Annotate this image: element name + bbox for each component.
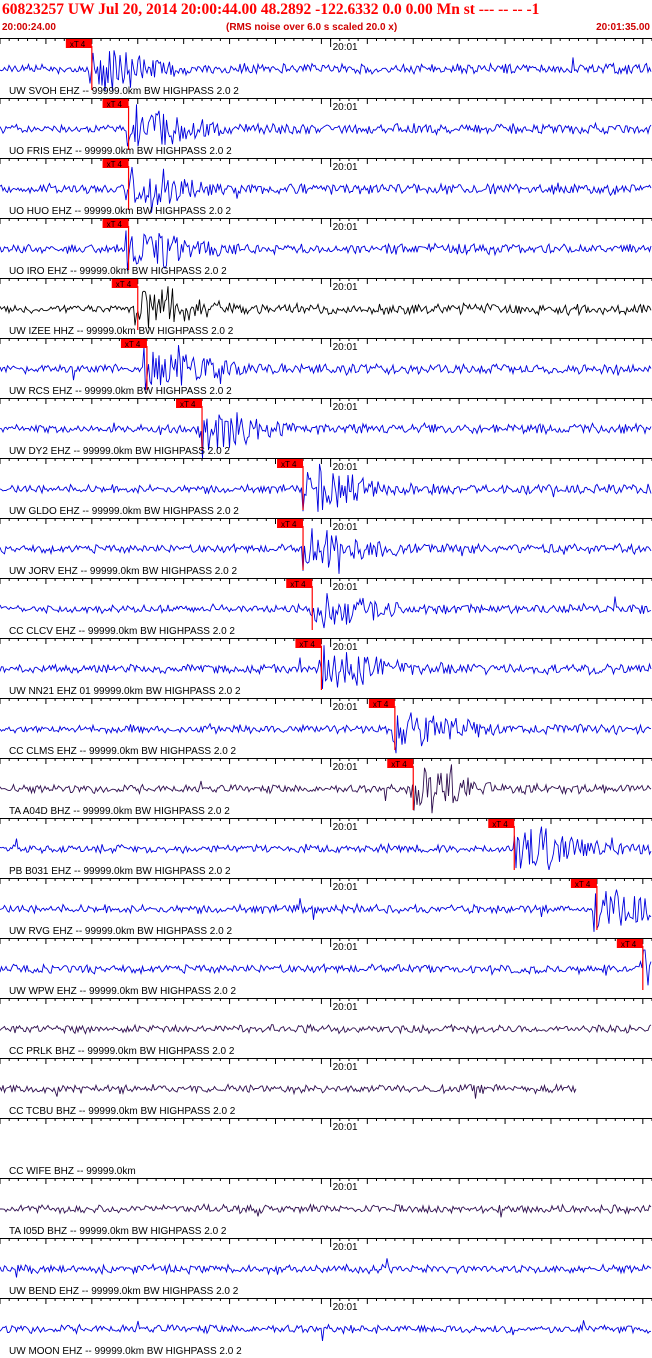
waveform-trace <box>0 826 652 870</box>
pick-label: xT 4 <box>299 640 315 649</box>
minute-label: 20:01 <box>333 1002 358 1013</box>
channel-label: UO HUO EHZ -- 99999.0km BW HIGHPASS 2.0 … <box>9 206 232 217</box>
minute-label: 20:01 <box>333 822 358 833</box>
channel-label: UW WPW EHZ -- 99999.0km BW HIGHPASS 2.0 … <box>9 986 237 997</box>
pick-label: xT 4 <box>290 580 306 589</box>
plot-header: 60823257 UW Jul 20, 2014 20:00:44.00 48.… <box>0 0 652 38</box>
channel-label: TA A04D BHZ -- 99999.0km BW HIGHPASS 2.0… <box>9 806 230 817</box>
waveform-trace <box>0 645 652 689</box>
channel-label: CC CLMS EHZ -- 99999.0km BW HIGHPASS 2.0… <box>9 746 237 757</box>
pick-label: xT 4 <box>107 100 123 109</box>
minute-label: 20:01 <box>333 702 358 713</box>
minute-label: 20:01 <box>333 462 358 473</box>
minute-label: 20:01 <box>333 162 358 173</box>
minute-label: 20:01 <box>333 582 358 593</box>
pick-label: xT 4 <box>391 760 407 769</box>
minute-label: 20:01 <box>333 342 358 353</box>
channel-label: CC TCBU BHZ -- 99999.0km BW HIGHPASS 2.0… <box>9 1106 236 1117</box>
channel-label: UO IRO EHZ -- 99999.0km BW HIGHPASS 2.0 … <box>9 266 227 277</box>
pick-label: xT 4 <box>281 520 297 529</box>
event-title: 60823257 UW Jul 20, 2014 20:00:44.00 48.… <box>2 1 540 18</box>
pick-label: xT 4 <box>575 880 591 889</box>
channel-label: CC WIFE BHZ -- 99999.0km <box>9 1166 136 1177</box>
waveform-trace <box>0 1320 652 1341</box>
pick-label: xT 4 <box>125 340 141 349</box>
waveform-trace <box>0 1083 577 1099</box>
pick-label: xT 4 <box>621 940 637 949</box>
minute-label: 20:01 <box>333 42 358 53</box>
waveform-trace <box>0 1258 652 1278</box>
minute-label: 20:01 <box>333 1122 358 1133</box>
waveform-trace <box>0 463 652 512</box>
pick-label: xT 4 <box>107 220 123 229</box>
minute-label: 20:01 <box>333 762 358 773</box>
minute-label: 20:01 <box>333 522 358 533</box>
minute-label: 20:01 <box>333 942 358 953</box>
channel-label: UW IZEE HHZ -- 99999.0km BW HIGHPASS 2.0… <box>9 326 234 337</box>
pick-label: xT 4 <box>116 280 132 289</box>
start-time: 20:00:24.00 <box>2 22 56 33</box>
minute-label: 20:01 <box>333 402 358 413</box>
waveform-trace <box>0 593 652 629</box>
channel-label: PB B031 EHZ -- 99999.0km BW HIGHPASS 2.0… <box>9 866 231 877</box>
channel-label: CC PRLK BHZ -- 99999.0km BW HIGHPASS 2.0… <box>9 1046 235 1057</box>
channel-label: UW MOON EHZ -- 99999.0km BW HIGHPASS 2.0… <box>9 1346 242 1357</box>
channel-label: CC CLCV EHZ -- 99999.0km BW HIGHPASS 2.0… <box>9 626 235 637</box>
minute-label: 20:01 <box>333 222 358 233</box>
minute-label: 20:01 <box>333 642 358 653</box>
pick-label: xT 4 <box>180 400 196 409</box>
pick-label: xT 4 <box>70 40 86 49</box>
seismogram-plot: 20:01 xT 4 UW SVOH EHZ -- 99999.0km BW HIG… <box>0 38 652 1357</box>
channel-label: UW NN21 EHZ 01 99999.0km BW HIGHPASS 2.0… <box>9 686 241 697</box>
waveform-trace <box>0 104 652 147</box>
channel-label: UW SVOH EHZ -- 99999.0km BW HIGHPASS 2.0… <box>9 86 239 97</box>
waveform-trace <box>0 1023 652 1035</box>
channel-label: UW GLDO EHZ -- 99999.0km BW HIGHPASS 2.0… <box>9 506 239 517</box>
channel-label: UW RVG EHZ -- 99999.0km BW HIGHPASS 2.0 … <box>9 926 232 937</box>
minute-label: 20:01 <box>333 282 358 293</box>
waveform-trace <box>0 345 652 391</box>
minute-label: 20:01 <box>333 1182 358 1193</box>
pick-label: xT 4 <box>107 160 123 169</box>
minute-label: 20:01 <box>333 882 358 893</box>
minute-label: 20:01 <box>333 1062 358 1073</box>
end-time: 20:01:35.00 <box>596 22 650 33</box>
pick-label: xT 4 <box>492 820 508 829</box>
channel-label: UW RCS EHZ -- 99999.0km BW HIGHPASS 2.0 … <box>9 386 232 397</box>
minute-label: 20:01 <box>333 1302 358 1313</box>
channel-label: UW JORV EHZ -- 99999.0km BW HIGHPASS 2.0… <box>9 566 237 577</box>
minute-label: 20:01 <box>333 1242 358 1253</box>
channel-label: UW BEND EHZ -- 99999.0km BW HIGHPASS 2.0… <box>9 1286 239 1297</box>
rms-note: (RMS noise over 6.0 s scaled 20.0 x) <box>226 22 398 33</box>
channel-label: TA I05D BHZ -- 99999.0km BW HIGHPASS 2.0… <box>9 1226 227 1237</box>
waveform-trace <box>0 286 652 329</box>
pick-label: xT 4 <box>281 460 297 469</box>
channel-label: UO FRIS EHZ -- 99999.0km BW HIGHPASS 2.0… <box>9 146 232 157</box>
waveform-trace <box>0 949 652 986</box>
channel-label: UW DY2 EHZ -- 99999.0km BW HIGHPASS 2.0 … <box>9 446 230 457</box>
waveform-trace <box>0 1203 652 1218</box>
waveform-trace <box>0 230 652 271</box>
pick-label: xT 4 <box>373 700 389 709</box>
minute-label: 20:01 <box>333 102 358 113</box>
